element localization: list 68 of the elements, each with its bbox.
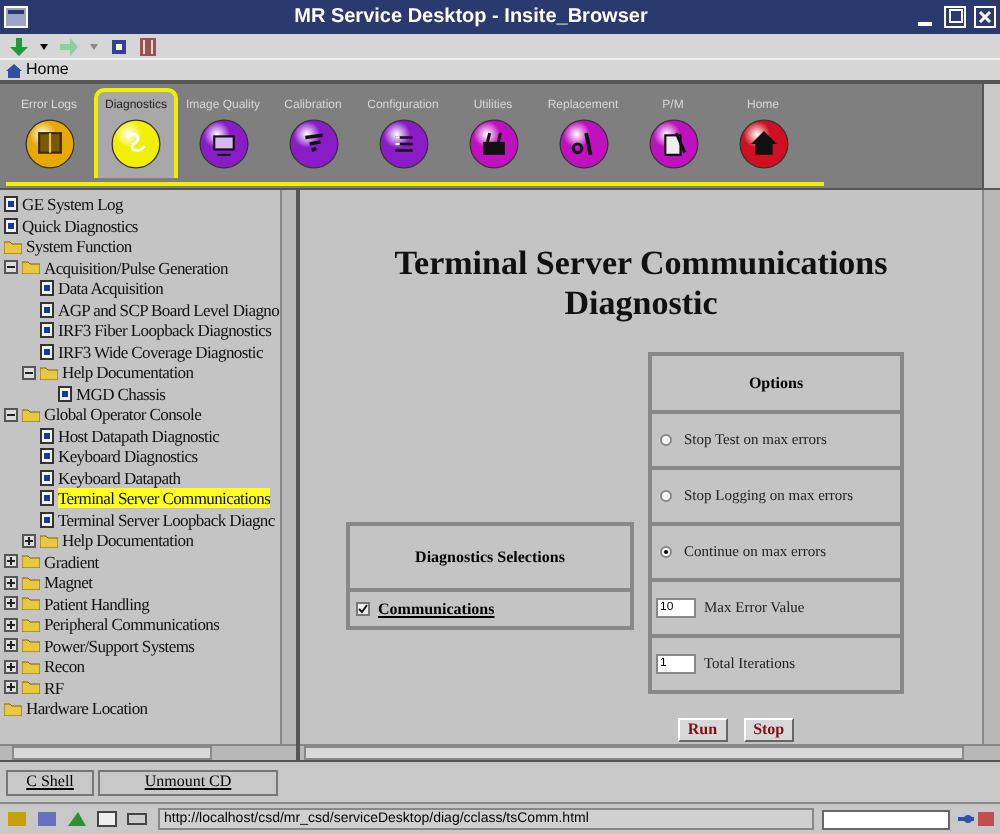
tree-item[interactable]: Hardware Location bbox=[26, 698, 148, 719]
tree-item[interactable]: System Function bbox=[26, 236, 132, 257]
folder-icon bbox=[40, 365, 58, 380]
reload-icon[interactable] bbox=[110, 37, 128, 55]
tree-item[interactable]: RF bbox=[44, 677, 64, 698]
radio-button[interactable] bbox=[660, 434, 672, 446]
plus-box-icon[interactable] bbox=[4, 575, 18, 590]
component-icons-drawing bbox=[6, 810, 150, 828]
horizontal-scrollbar[interactable] bbox=[300, 744, 1000, 760]
tree-item[interactable]: Help Documentation bbox=[62, 362, 194, 383]
tree-item[interactable]: Data Acquisition bbox=[58, 278, 164, 299]
tree-item[interactable]: Power/Support Systems bbox=[44, 635, 195, 656]
stop-icon[interactable] bbox=[140, 37, 156, 55]
panel-title: Diagnostics Selections bbox=[350, 526, 630, 592]
tree-item[interactable]: Peripheral Communications bbox=[44, 614, 220, 635]
close-icon[interactable] bbox=[974, 6, 996, 28]
tree-item[interactable]: Gradient bbox=[44, 551, 99, 572]
plus-box-icon[interactable] bbox=[4, 638, 18, 653]
document-icon bbox=[58, 385, 72, 402]
progress-field bbox=[822, 809, 950, 829]
panel-title: Options bbox=[746, 371, 806, 396]
dropdown-caret-icon[interactable] bbox=[40, 43, 48, 49]
tree-item[interactable]: Quick Diagnostics bbox=[22, 215, 138, 236]
tree-item[interactable]: GE System Log bbox=[22, 194, 123, 215]
home-link[interactable]: Home bbox=[6, 62, 69, 78]
horizontal-scrollbar[interactable] bbox=[0, 744, 296, 760]
shell-button[interactable]: C Shell bbox=[6, 769, 94, 795]
minus-box-icon[interactable] bbox=[4, 260, 18, 275]
vertical-scrollbar[interactable] bbox=[280, 190, 296, 744]
action-button[interactable]: Stop bbox=[743, 718, 795, 742]
radio-button[interactable] bbox=[660, 546, 672, 558]
security-icons-drawing bbox=[958, 810, 994, 828]
selection-link[interactable]: Communications bbox=[378, 597, 495, 621]
back-arrow-icon[interactable] bbox=[10, 37, 28, 55]
maximize-icon[interactable] bbox=[944, 6, 966, 28]
window-menu-icon[interactable] bbox=[4, 6, 28, 28]
plus-box-icon[interactable] bbox=[22, 533, 36, 548]
folder-icon bbox=[22, 407, 40, 422]
window-title: MR Service Desktop - Insite_Browser bbox=[294, 4, 648, 32]
plus-box-icon[interactable] bbox=[4, 617, 18, 632]
checkbox[interactable] bbox=[356, 602, 370, 616]
shell-button[interactable]: Unmount CD bbox=[98, 769, 278, 795]
radio-button[interactable] bbox=[660, 490, 672, 502]
page-heading: Terminal Server Communications Diagnostic bbox=[392, 244, 890, 324]
tree-item[interactable]: Terminal Server Loopback Diagnc bbox=[58, 509, 275, 530]
plus-box-icon[interactable] bbox=[4, 659, 18, 674]
tree-item[interactable]: Patient Handling bbox=[44, 593, 150, 614]
tree-item[interactable]: Host Datapath Diagnostic bbox=[58, 425, 220, 446]
minus-box-icon[interactable] bbox=[4, 407, 18, 422]
minus-box-icon[interactable] bbox=[22, 365, 36, 380]
tree-item[interactable]: Keyboard Datapath bbox=[58, 467, 181, 488]
tree-item[interactable]: Help Documentation bbox=[62, 530, 194, 551]
tree-item[interactable]: Magnet bbox=[44, 572, 93, 593]
tree-item[interactable]: Global Operator Console bbox=[44, 404, 202, 425]
action-button[interactable]: Run bbox=[677, 718, 728, 742]
vertical-scrollbar[interactable] bbox=[982, 84, 1000, 188]
tree-item[interactable]: Recon bbox=[44, 656, 85, 677]
tree-item[interactable]: MGD Chassis bbox=[76, 383, 166, 404]
house-icon bbox=[6, 63, 22, 77]
plus-box-icon[interactable] bbox=[4, 596, 18, 611]
plus-box-icon[interactable] bbox=[4, 680, 18, 695]
tree-item[interactable]: Acquisition/Pulse Generation bbox=[44, 257, 228, 278]
vertical-scrollbar[interactable] bbox=[982, 190, 1000, 744]
tree-item[interactable]: Keyboard Diagnostics bbox=[58, 446, 198, 467]
tree-item[interactable]: IRF3 Fiber Loopback Diagnostics bbox=[58, 320, 272, 341]
plus-box-icon[interactable] bbox=[4, 554, 18, 569]
tree-item[interactable]: AGP and SCP Board Level Diagno bbox=[58, 299, 280, 320]
tree-item[interactable]: IRF3 Wide Coverage Diagnostic bbox=[58, 341, 263, 362]
